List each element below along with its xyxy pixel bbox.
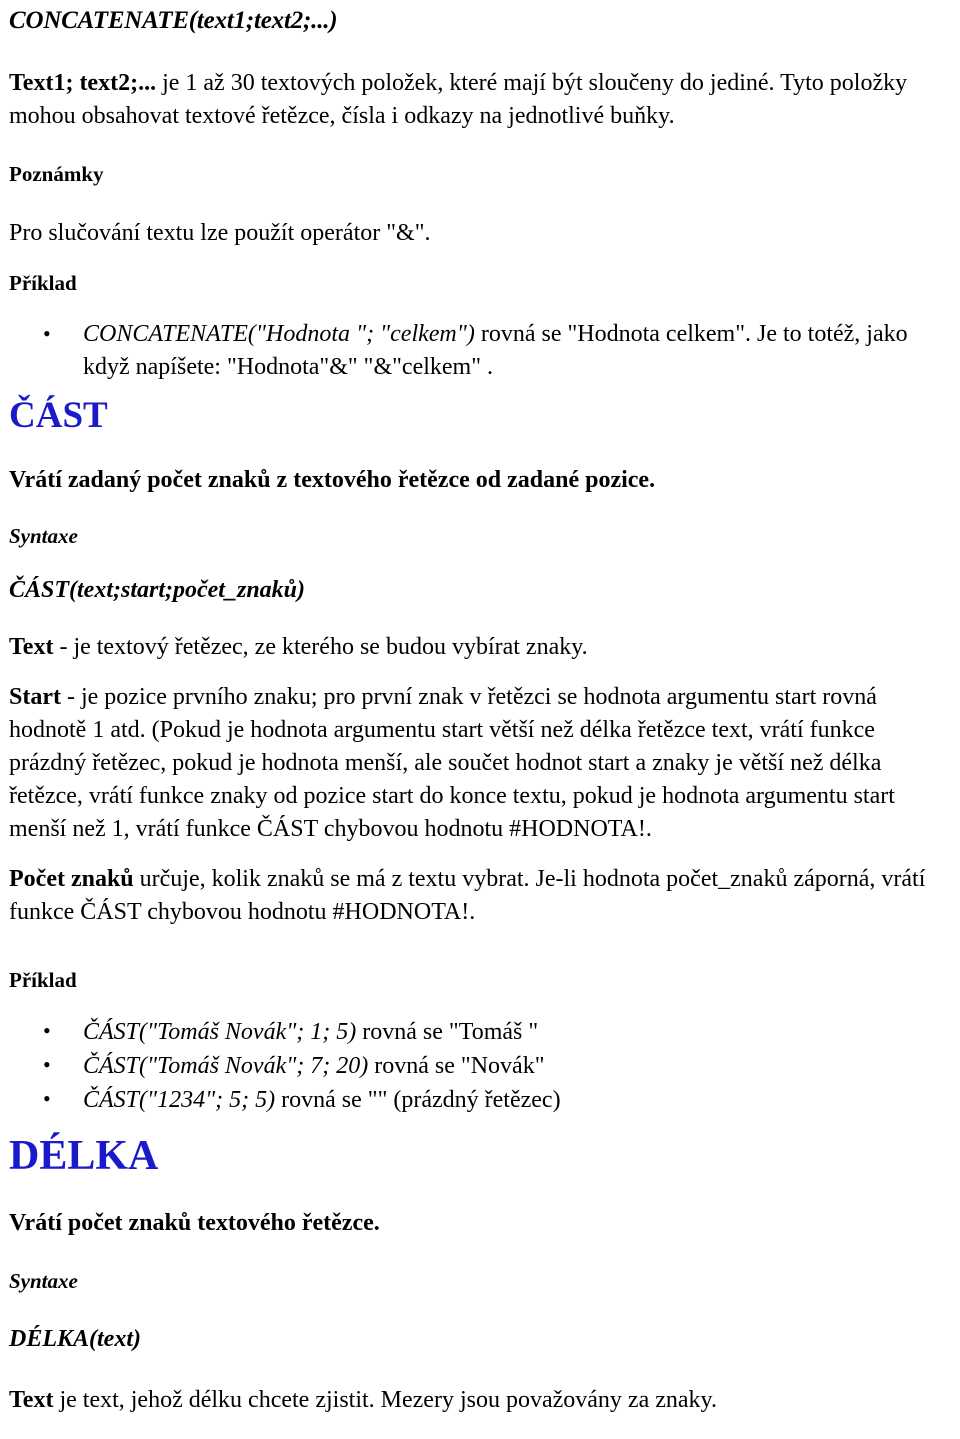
cast-arg-count-desc: určuje, kolik znaků se má z textu vybrat… [9,866,926,925]
concatenate-notes-text: Pro slučování textu lze použít operátor … [9,220,431,246]
delka-summary: Vrátí počet znaků textového řetězce. [9,1210,380,1236]
delka-arg-text-desc: je text, jehož délku chcete zjistit. Mez… [53,1387,717,1413]
document-page: CONCATENATE(text1;text2;...) Text1; text… [0,0,960,1439]
delka-arg-text-label: Text [9,1387,54,1413]
cast-syntax: ČÁST(text;start;počet_znaků) [9,577,306,603]
cast-arg-text-label: Text [9,634,54,660]
cast-arg-text-desc: - je textový řetězec, ze kterého se budo… [53,634,588,660]
concatenate-example-list: CONCATENATE("Hodnota "; "celkem") rovná … [9,317,948,384]
cast-heading: ČÁST [9,395,108,436]
cast-summary: Vrátí zadaný počet znaků z textového řet… [9,467,656,493]
concatenate-example-label: Příklad [9,271,77,295]
cast-arg-count-label: Počet znaků [9,866,134,892]
delka-arg-text: Text je text, jehož délku chcete zjistit… [9,1384,948,1417]
cast-arg-start-label: Start [9,684,61,710]
cast-example-0-formula: ČÁST("Tomáš Novák"; 1; 5) [83,1019,357,1045]
concatenate-notes-label: Poznámky [9,162,104,186]
cast-example-list: ČÁST("Tomáš Novák"; 1; 5) rovná se "Tomá… [9,1014,948,1117]
concatenate-signature-title: CONCATENATE(text1;text2;...) [9,7,338,34]
section-cast: ČÁST Vrátí zadaný počet znaků z textovéh… [9,384,948,1117]
cast-syntax-label: Syntaxe [9,524,78,548]
list-item: CONCATENATE("Hodnota "; "celkem") rovná … [43,317,948,384]
cast-example-2-result: rovná se "" (prázdný řetězec) [275,1087,561,1113]
list-item: ČÁST("Tomáš Novák"; 1; 5) rovná se "Tomá… [43,1014,948,1049]
list-item: ČÁST("Tomáš Novák"; 7; 20) rovná se "Nov… [43,1048,948,1083]
cast-example-0-result: rovná se "Tomáš " [356,1019,539,1045]
cast-example-1-formula: ČÁST("Tomáš Novák"; 7; 20) [83,1053,369,1079]
cast-example-2-formula: ČÁST("1234"; 5; 5) [83,1087,276,1113]
list-item: ČÁST("1234"; 5; 5) rovná se "" (prázdný … [43,1082,948,1117]
cast-arg-start: Start - je pozice prvního znaku; pro prv… [9,681,948,846]
concatenate-arg-text1: Text1; text2;... je 1 až 30 textových po… [9,67,948,133]
cast-arg-start-desc: - je pozice prvního znaku; pro první zna… [9,684,895,842]
cast-arg-count: Počet znaků určuje, kolik znaků se má z … [9,863,948,929]
cast-arg-text: Text - je textový řetězec, ze kterého se… [9,631,948,664]
delka-syntax: DÉLKA(text) [9,1326,141,1352]
concatenate-example-0-formula: CONCATENATE("Hodnota "; "celkem") [83,321,475,347]
delka-heading: DÉLKA [9,1133,159,1179]
cast-example-label: Příklad [9,968,77,992]
delka-syntax-label: Syntaxe [9,1269,78,1293]
section-concatenate: CONCATENATE(text1;text2;...) Text1; text… [9,6,948,384]
cast-example-1-result: rovná se "Novák" [368,1053,545,1079]
section-delka: DÉLKA Vrátí počet znaků textového řetězc… [9,1117,948,1417]
concatenate-arg-text1-label: Text1; text2;... [9,70,157,96]
